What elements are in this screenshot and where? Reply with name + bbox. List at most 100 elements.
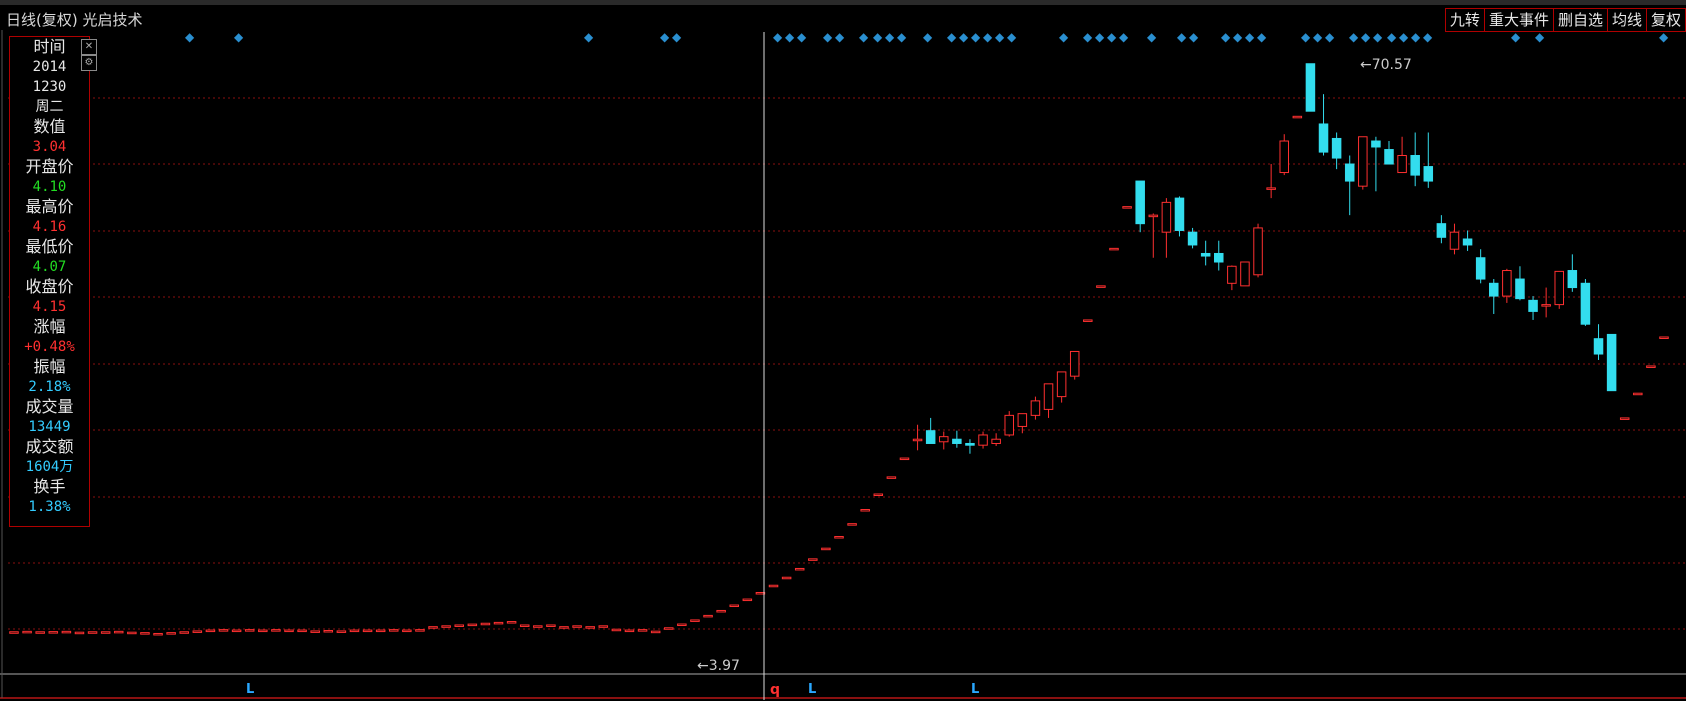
event-marker: ◆ — [1095, 30, 1105, 44]
candle-body — [533, 625, 543, 628]
info-value: 2.18% — [28, 379, 71, 395]
candle-body — [480, 622, 491, 626]
candle-body — [624, 629, 635, 633]
candle-body — [794, 567, 805, 571]
candle-body — [205, 629, 216, 633]
candle-body — [598, 625, 609, 628]
candle-body — [519, 624, 530, 627]
candle-body — [87, 631, 98, 634]
candle-body — [1030, 400, 1041, 416]
info-label: 数值 — [33, 117, 66, 136]
info-value: 1230 — [32, 79, 67, 95]
candle-body — [441, 625, 451, 628]
candle-body — [677, 623, 687, 627]
event-marker: ◆ — [1059, 30, 1069, 44]
candle-body — [402, 629, 412, 633]
candle-body — [140, 632, 150, 635]
candle-body — [22, 630, 32, 634]
event-marker: ◆ — [1147, 30, 1157, 44]
candle-body — [100, 631, 111, 634]
info-label: 开盘价 — [25, 157, 74, 176]
candle-body — [1109, 247, 1119, 251]
event-marker: ◆ — [1659, 30, 1669, 44]
info-value: 13449 — [28, 419, 71, 435]
candle-body — [991, 438, 1001, 444]
candle-body — [1502, 270, 1512, 297]
info-label: 涨幅 — [33, 317, 66, 336]
candle-body — [1515, 278, 1525, 300]
info-value: 4.10 — [32, 179, 67, 195]
event-marker: ◆ — [995, 30, 1005, 44]
candle-body — [1344, 163, 1355, 182]
candle-body — [1305, 63, 1316, 112]
candle-body — [808, 558, 818, 561]
candle-body — [978, 434, 988, 446]
event-marker: ◆ — [983, 30, 993, 44]
candle-body — [755, 591, 766, 595]
candle-body — [1017, 413, 1028, 427]
candlestick-chart[interactable]: ←70.57←3.97◆ ◆ ◆ ◆ ◆ ◆ ◆ ◆ ◆ ◆ ◆ ◆ ◆ ◆ ◆ ◆ ◆ ◆ ◆ ◆ ◆ ◆ ◆ ◆ ◆ ◆ ◆ ◆ ◆… — [0, 0, 1686, 701]
candle-body — [1580, 282, 1591, 325]
event-marker: ◆ — [1399, 30, 1409, 44]
candle-body — [179, 631, 189, 634]
event-marker: ◆ — [1349, 30, 1359, 44]
candle-body — [768, 584, 779, 588]
candle-body — [1593, 338, 1604, 355]
info-label: 最低价 — [25, 237, 74, 256]
candle-body — [493, 621, 504, 625]
candle-body — [310, 630, 320, 633]
candle-body — [1279, 140, 1289, 174]
candle-body — [74, 631, 85, 635]
candle-body — [860, 509, 870, 512]
candle-body — [1318, 123, 1329, 153]
event-marker: ◆ — [1423, 30, 1433, 44]
candle-body — [952, 438, 962, 444]
candle-body — [873, 493, 884, 497]
candle-body — [127, 631, 137, 635]
low-price-label: ←3.97 — [697, 658, 740, 674]
info-panel: ✕ ⚙ 时间 2014 1230 周二 数值 3.04 开盘价 4.10 最高价 4.16 最低价 4… — [9, 36, 97, 527]
event-marker: ◆ — [785, 30, 795, 44]
event-marker: ◆ — [1301, 30, 1311, 44]
candle-body — [218, 629, 229, 632]
close-icon[interactable]: ✕ — [81, 39, 97, 55]
low-marker: L — [971, 682, 979, 697]
candle-body — [1619, 417, 1630, 420]
candle-body — [1069, 350, 1080, 377]
candle-body — [415, 629, 425, 632]
event-marker: ◆ — [1107, 30, 1117, 44]
info-label: 最高价 — [25, 197, 74, 216]
event-marker: ◆ — [672, 30, 682, 44]
low-marker: L — [808, 682, 816, 697]
event-marker: ◆ — [1177, 30, 1187, 44]
candle-body — [1240, 261, 1250, 287]
candle-body — [1633, 392, 1643, 396]
event-marker: ◆ — [947, 30, 957, 44]
low-marker: L — [246, 682, 254, 697]
candle-body — [1135, 180, 1145, 225]
info-label: 时间 — [33, 37, 66, 56]
candle-body — [664, 627, 674, 630]
candle-body — [729, 604, 739, 608]
event-marker: ◆ — [823, 30, 833, 44]
candle-body — [1554, 270, 1564, 306]
candle-body — [703, 614, 713, 618]
event-marker: ◆ — [923, 30, 933, 44]
candle-body — [1449, 231, 1460, 250]
candle-body — [48, 631, 59, 634]
candle-body — [258, 629, 268, 633]
candle-body — [1148, 214, 1159, 218]
candle-body — [925, 430, 936, 444]
candle-body — [114, 630, 124, 634]
info-value: 3.04 — [32, 139, 67, 155]
candle-body — [1200, 252, 1211, 257]
candle-body — [428, 626, 438, 629]
candle-body — [1528, 299, 1538, 312]
candle-body — [546, 624, 556, 627]
candle-body — [323, 629, 334, 633]
gear-icon[interactable]: ⚙ — [81, 55, 97, 71]
candle-body — [389, 629, 399, 632]
info-rows: 时间 2014 1230 周二 数值 3.04 开盘价 4.10 最高价 4.16 最低价 4.07 收… — [10, 37, 89, 517]
candle-body — [965, 442, 975, 446]
candle-body — [1227, 265, 1237, 284]
